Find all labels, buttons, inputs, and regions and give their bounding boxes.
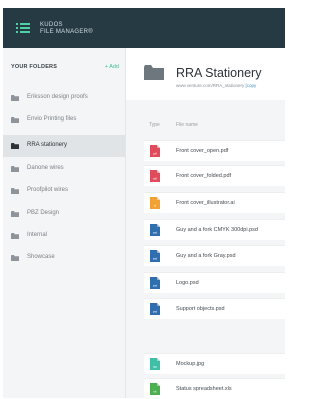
pdf-icon: pdf: [150, 145, 160, 157]
ai-icon: ai: [150, 197, 160, 209]
app-title-line2: FILE MANAGER®: [40, 29, 93, 35]
folder-icon: [11, 255, 19, 261]
folder-icon: [11, 188, 19, 194]
pdf-icon: pdf: [150, 170, 160, 182]
menu-icon[interactable]: [16, 22, 30, 34]
sidebar-header: YOUR FOLDERS + Add: [11, 64, 119, 74]
psd-icon: psd: [150, 224, 160, 236]
column-type[interactable]: Type: [149, 122, 160, 128]
folder-label: PBZ Design: [27, 210, 60, 216]
file-row[interactable]: psd Support objects.psd: [144, 298, 285, 319]
psd-icon: psd: [150, 277, 160, 289]
file-name: Mockup.jpg: [176, 361, 205, 367]
file-row[interactable]: pdf Front cover_open.pdf: [144, 140, 285, 161]
folder-url-text: www.venture.com/RRA_stationery: [176, 83, 245, 88]
folder-header: RRA Stationery www.venture.com/RRA_stati…: [126, 48, 285, 100]
folder-label: Showcase: [27, 254, 55, 260]
folder-icon: [11, 143, 19, 149]
sidebar-folder-item[interactable]: Envio Printing files: [3, 109, 125, 131]
folder-label: Eriksson design proofs: [27, 94, 88, 100]
file-row[interactable]: jpg Mockup.jpg: [144, 353, 285, 374]
main-panel: RRA Stationery www.venture.com/RRA_stati…: [126, 48, 285, 399]
svg-text:pdf: pdf: [153, 177, 157, 181]
app-title: KUDOS FILE MANAGER®: [40, 22, 93, 36]
svg-text:pdf: pdf: [153, 152, 157, 156]
file-name: Front cover_open.pdf: [176, 148, 229, 154]
svg-text:psd: psd: [153, 310, 158, 314]
copy-link[interactable]: [copy: [246, 83, 257, 88]
psd-icon: psd: [150, 303, 160, 315]
file-name: Front cover_illustrator.ai: [176, 200, 235, 206]
folder-label: Internal: [27, 232, 48, 238]
svg-text:psd: psd: [153, 257, 158, 261]
file-row[interactable]: psd Guy and a fork CMYK 300dpi.psd: [144, 219, 285, 240]
svg-text:jpg: jpg: [152, 365, 157, 369]
column-headers: Type File name: [126, 122, 285, 132]
file-name: Guy and a fork Gray.psd: [176, 253, 236, 259]
folder-label: Danone wires: [27, 165, 64, 171]
sidebar-folder-item[interactable]: Proofpilot wires: [3, 180, 125, 202]
folder-icon: [11, 95, 19, 101]
sidebar-folder-item[interactable]: Eriksson design proofs: [3, 87, 125, 109]
file-name: Guy and a fork CMYK 300dpi.psd: [176, 227, 258, 233]
svg-text:psd: psd: [153, 231, 158, 235]
file-row[interactable]: xls Status spreadsheet.xls: [144, 378, 285, 399]
sidebar-folder-item[interactable]: Showcase: [3, 247, 125, 269]
folder-icon: [11, 166, 19, 172]
jpg-icon: jpg: [150, 358, 160, 370]
add-folder-button[interactable]: + Add: [105, 64, 119, 70]
file-name: Front cover_folded.pdf: [176, 173, 232, 179]
column-file-name[interactable]: File name: [176, 122, 198, 128]
folder-label: RRA stationery: [27, 142, 68, 148]
file-name: Support objects.psd: [176, 306, 225, 312]
folder-label: Envio Printing files: [27, 116, 77, 122]
folder-title: RRA Stationery: [176, 66, 262, 80]
folder-label: Proofpilot wires: [27, 187, 69, 193]
folder-icon: [11, 233, 19, 239]
folder-icon: [11, 117, 19, 123]
sidebar-folder-item[interactable]: RRA stationery: [3, 135, 125, 157]
file-name: Status spreadsheet.xls: [176, 386, 232, 392]
psd-icon: psd: [150, 250, 160, 262]
sidebar: YOUR FOLDERS + Add Eriksson design proof…: [3, 48, 126, 398]
folder-icon: [11, 211, 19, 217]
folder-icon: [144, 65, 164, 80]
top-bar: KUDOS FILE MANAGER®: [3, 8, 285, 48]
svg-text:psd: psd: [153, 284, 158, 288]
sidebar-folder-item[interactable]: Danone wires: [3, 158, 125, 180]
xls-icon: xls: [150, 383, 160, 395]
sidebar-folder-item[interactable]: PBZ Design: [3, 203, 125, 225]
file-row[interactable]: psd Logo.psd: [144, 272, 285, 293]
sidebar-folder-item[interactable]: Internal: [3, 225, 125, 247]
folder-url: www.venture.com/RRA_stationery [copy: [176, 83, 256, 88]
file-row[interactable]: pdf Front cover_folded.pdf: [144, 165, 285, 186]
file-name: Logo.psd: [176, 280, 199, 286]
file-row[interactable]: ai Front cover_illustrator.ai: [144, 192, 285, 213]
app-title-line1: KUDOS: [40, 22, 63, 28]
sidebar-title: YOUR FOLDERS: [11, 64, 58, 70]
file-row[interactable]: psd Guy and a fork Gray.psd: [144, 245, 285, 266]
